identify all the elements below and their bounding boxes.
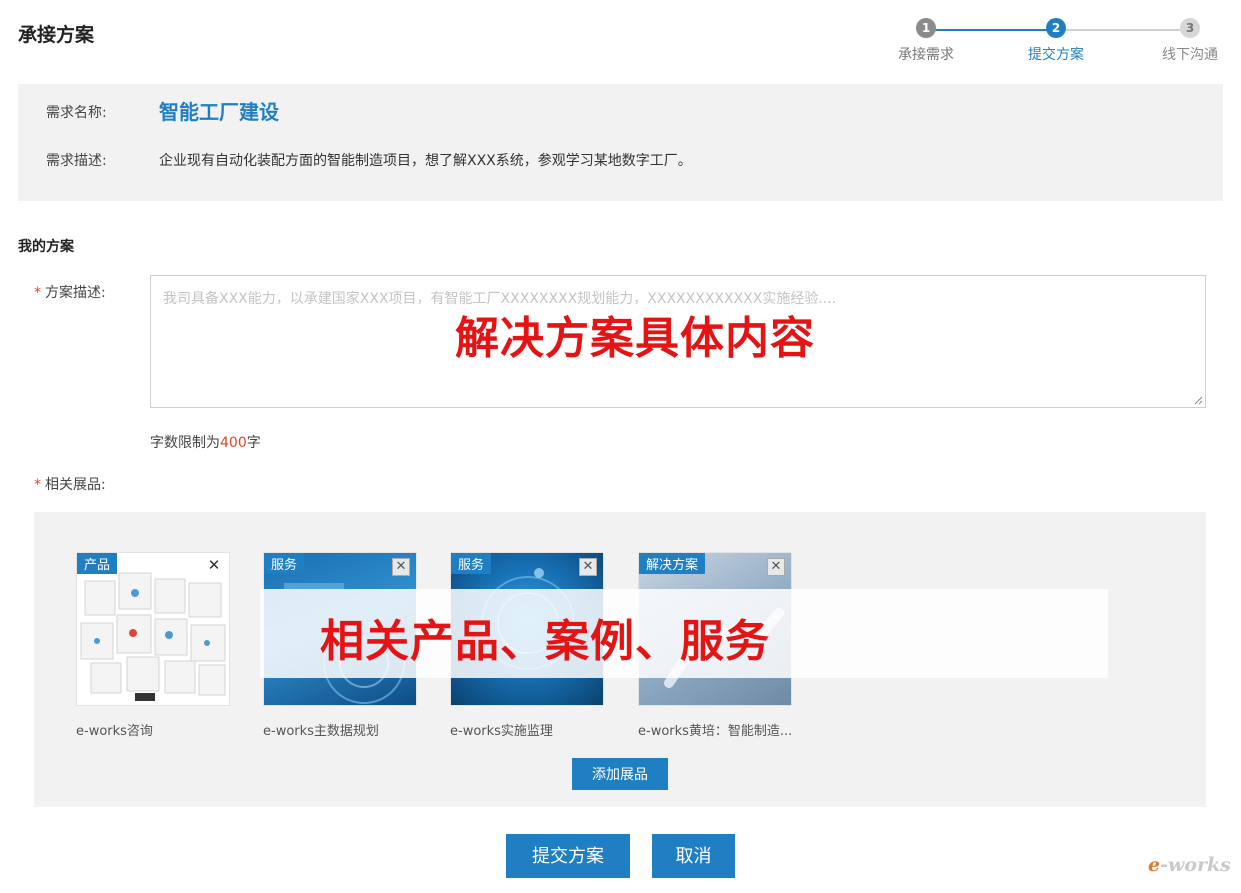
product-name: e-works主数据规划	[263, 724, 379, 739]
requirement-name-label: 需求名称:	[46, 105, 107, 121]
products-caption: 相关产品、案例、服务	[320, 616, 770, 667]
step-accept-requirement: 1 承接需求	[881, 18, 971, 64]
cubes-image	[77, 553, 229, 705]
product-type-tag: 解决方案	[639, 553, 706, 574]
product-type-tag: 服务	[451, 553, 492, 574]
resize-grip-icon[interactable]	[1193, 395, 1203, 405]
plan-content-caption: 解决方案具体内容	[455, 313, 815, 364]
submit-plan-button[interactable]: 提交方案	[506, 834, 630, 878]
required-marker: *	[34, 477, 41, 493]
requirement-desc: 企业现有自动化装配方面的智能制造项目，想了解XXX系统，参观学习某地数字工厂。	[159, 153, 692, 169]
remove-product-icon[interactable]: ✕	[392, 558, 410, 576]
eworks-watermark-logo: e-works	[1148, 854, 1231, 876]
step-number: 1	[916, 18, 936, 38]
remove-product-icon[interactable]: ✕	[205, 557, 223, 575]
plan-desc-label: * 方案描述:	[34, 282, 106, 302]
product-name: e-works黄培：智能制造...	[638, 724, 793, 739]
product-thumbnail: 产品 ✕	[76, 552, 230, 706]
product-name: e-works咨询	[76, 724, 153, 739]
requirement-name: 智能工厂建设	[159, 100, 279, 124]
product-name: e-works实施监理	[450, 724, 553, 739]
remove-product-icon[interactable]: ✕	[767, 558, 785, 576]
step-label: 线下沟通	[1162, 47, 1218, 63]
product-type-tag: 产品	[77, 553, 118, 574]
step-offline-communication: 3 线下沟通	[1145, 18, 1235, 64]
related-products-label: * 相关展品:	[34, 474, 106, 494]
progress-stepper: 1 承接需求 2 提交方案 3 线下沟通	[880, 18, 1230, 68]
step-label: 提交方案	[1028, 47, 1084, 63]
cancel-button[interactable]: 取消	[652, 834, 735, 878]
required-marker: *	[34, 285, 41, 301]
step-label: 承接需求	[898, 47, 954, 63]
step-submit-plan: 2 提交方案	[1011, 18, 1101, 64]
product-card[interactable]: 产品 ✕ e-works咨询	[76, 552, 230, 739]
char-limit-hint: 字数限制为400字	[150, 432, 261, 452]
char-limit-number: 400	[220, 435, 247, 451]
remove-product-icon[interactable]: ✕	[579, 558, 597, 576]
requirement-info-panel: 需求名称: 智能工厂建设 需求描述: 企业现有自动化装配方面的智能制造项目，想了…	[18, 84, 1223, 201]
char-limit-prefix: 字数限制为	[150, 435, 220, 451]
add-exhibit-button[interactable]: 添加展品	[572, 758, 668, 790]
my-plan-heading: 我的方案	[18, 239, 74, 255]
step-number: 2	[1046, 18, 1066, 38]
plan-desc-label-text: 方案描述:	[45, 285, 106, 301]
related-products-label-text: 相关展品:	[45, 477, 106, 493]
page-title: 承接方案	[18, 24, 95, 46]
step-number: 3	[1180, 18, 1200, 38]
product-type-tag: 服务	[264, 553, 305, 574]
requirement-desc-label: 需求描述:	[46, 153, 107, 169]
char-limit-suffix: 字	[246, 435, 261, 451]
cubes-illustration	[80, 572, 226, 701]
